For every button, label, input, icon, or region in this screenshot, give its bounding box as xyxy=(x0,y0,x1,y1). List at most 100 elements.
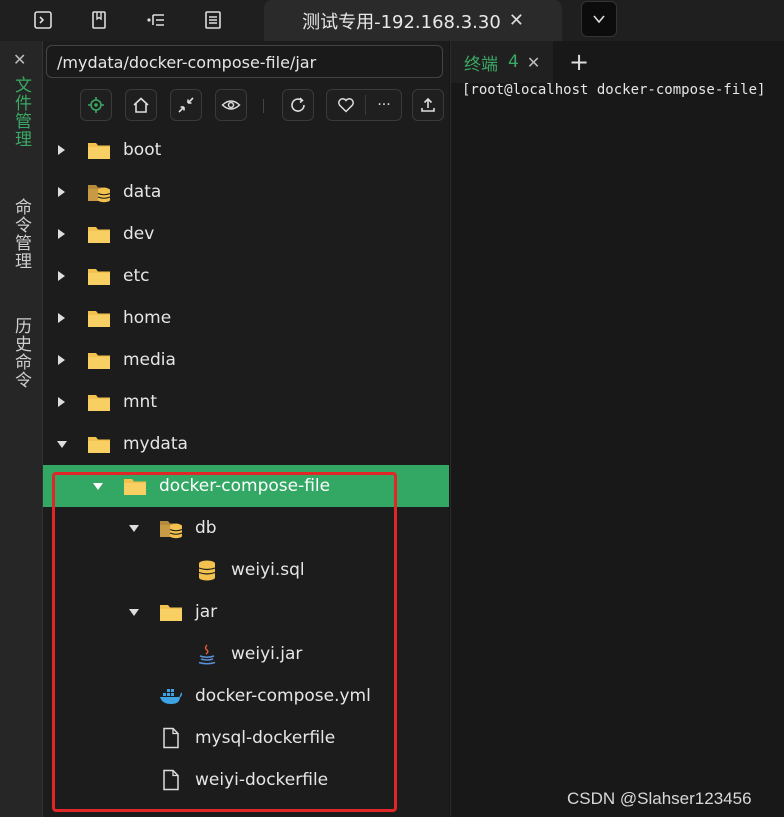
terminal-tab-count: 4 xyxy=(508,52,519,72)
favorite-more-group: ··· xyxy=(326,89,402,121)
chevron-down-icon[interactable] xyxy=(129,525,139,532)
tree-row[interactable]: weiyi.sql xyxy=(43,549,449,591)
sidebar-tab-file-manager[interactable]: 文件管理 xyxy=(9,76,34,148)
docker-icon xyxy=(159,685,183,707)
list-button[interactable] xyxy=(199,6,227,34)
tree-row[interactable]: docker-compose-file xyxy=(43,465,449,507)
tree-row-label: media xyxy=(123,350,176,370)
add-terminal-button[interactable]: + xyxy=(569,48,589,76)
refresh-button[interactable] xyxy=(282,89,314,121)
tree-row-label: db xyxy=(195,518,217,538)
tree-row-label: docker-compose.yml xyxy=(195,686,371,706)
chevron-right-icon[interactable] xyxy=(58,187,65,197)
chevron-right-icon[interactable] xyxy=(58,397,65,407)
database-folder-icon xyxy=(87,181,111,203)
chevron-down-icon[interactable] xyxy=(57,441,67,448)
more-icon: ··· xyxy=(377,97,391,113)
tree-row[interactable]: dev xyxy=(43,213,449,255)
close-icon[interactable]: ✕ xyxy=(527,53,540,72)
terminal-tab[interactable]: 终端 4 ✕ xyxy=(451,41,553,83)
home-button[interactable] xyxy=(125,89,157,121)
tree-list-icon xyxy=(147,14,164,26)
chevron-right-icon[interactable] xyxy=(58,313,65,323)
heart-icon xyxy=(338,98,354,113)
sidebar-tab-command-manager[interactable]: 命令管理 xyxy=(9,198,34,270)
locate-button[interactable] xyxy=(80,89,112,121)
collapse-button[interactable] xyxy=(170,89,202,121)
bookmark-icon xyxy=(92,11,106,29)
tree-row-label: data xyxy=(123,182,162,202)
session-tab-title: 测试专用-192.168.3.30 xyxy=(302,11,501,33)
folder-icon xyxy=(87,433,111,455)
home-icon xyxy=(133,97,149,113)
tree-row-label: etc xyxy=(123,266,150,286)
more-button[interactable]: ··· xyxy=(366,90,402,120)
bookmark-button[interactable] xyxy=(85,6,113,34)
top-bar: 测试专用-192.168.3.30 ✕ xyxy=(0,0,784,41)
folder-icon xyxy=(87,139,111,161)
chevron-right-icon[interactable] xyxy=(58,145,65,155)
tree-row-label: boot xyxy=(123,140,162,160)
list-icon xyxy=(205,11,221,29)
file-toolbar: ··· xyxy=(43,86,449,126)
session-tab[interactable]: 测试专用-192.168.3.30 ✕ xyxy=(264,0,562,41)
file-icon xyxy=(159,769,183,791)
folder-icon xyxy=(159,601,183,623)
tree-row[interactable]: media xyxy=(43,339,449,381)
tree-row[interactable]: home xyxy=(43,297,449,339)
chevron-down-icon[interactable] xyxy=(129,609,139,616)
tree-row-label: mnt xyxy=(123,392,157,412)
tree-row[interactable]: mnt xyxy=(43,381,449,423)
show-hidden-button[interactable] xyxy=(215,89,247,121)
tree-row[interactable]: jar xyxy=(43,591,449,633)
tree-row-label: mysql-dockerfile xyxy=(195,728,336,748)
tree-row-label: docker-compose-file xyxy=(159,476,331,496)
watermark: CSDN @Slahser123456 xyxy=(567,789,752,808)
eye-icon xyxy=(221,100,241,110)
upload-icon xyxy=(421,97,435,112)
folder-icon xyxy=(87,391,111,413)
terminal-tab-label: 终端 xyxy=(464,54,498,75)
chevron-right-icon[interactable] xyxy=(58,229,65,239)
database-file-icon xyxy=(195,559,219,581)
tree-view-button[interactable] xyxy=(142,6,170,34)
refresh-icon xyxy=(291,97,305,112)
terminal-icon xyxy=(34,11,52,29)
tree-row[interactable]: etc xyxy=(43,255,449,297)
folder-icon xyxy=(87,265,111,287)
java-file-icon xyxy=(195,643,219,665)
terminal-prompt: [root@localhost docker-compose-file] xyxy=(462,82,766,98)
tree-row[interactable]: boot xyxy=(43,129,449,171)
tree-row-label: weiyi.sql xyxy=(231,560,305,580)
close-icon[interactable]: ✕ xyxy=(509,10,524,31)
tree-row-label: jar xyxy=(195,602,218,622)
chevron-right-icon[interactable] xyxy=(58,271,65,281)
tree-row[interactable]: docker-compose.yml xyxy=(43,675,449,717)
file-panel: /mydata/docker-compose-file/jar ··· boot… xyxy=(43,41,449,817)
chevron-down-icon xyxy=(593,15,605,24)
tree-row-label: dev xyxy=(123,224,155,244)
file-icon xyxy=(159,727,183,749)
sidebar-tab-history[interactable]: 历史命令 xyxy=(9,317,34,389)
terminal-toggle-button[interactable] xyxy=(29,6,57,34)
tree-row[interactable]: db xyxy=(43,507,449,549)
upload-button[interactable] xyxy=(412,89,444,121)
tree-row[interactable]: mysql-dockerfile xyxy=(43,717,449,759)
tree-row[interactable]: data xyxy=(43,171,449,213)
database-folder-icon xyxy=(159,517,183,539)
tree-row[interactable]: weiyi.jar xyxy=(43,633,449,675)
chevron-down-icon[interactable] xyxy=(93,483,103,490)
folder-icon xyxy=(87,223,111,245)
sidebar-close-icon[interactable]: ✕ xyxy=(13,50,26,69)
path-input[interactable]: /mydata/docker-compose-file/jar xyxy=(46,45,443,78)
collapse-icon xyxy=(178,97,194,113)
chevron-right-icon[interactable] xyxy=(58,355,65,365)
folder-icon xyxy=(87,349,111,371)
tree-row[interactable]: mydata xyxy=(43,423,449,465)
favorite-button[interactable] xyxy=(327,90,365,120)
terminal-panel: 终端 4 ✕ + [root@localhost docker-compose-… xyxy=(450,41,784,817)
tree-row-label: weiyi-dockerfile xyxy=(195,770,329,790)
tabs-dropdown-button[interactable] xyxy=(581,1,617,37)
tree-row-label: weiyi.jar xyxy=(231,644,303,664)
tree-row[interactable]: weiyi-dockerfile xyxy=(43,759,449,801)
